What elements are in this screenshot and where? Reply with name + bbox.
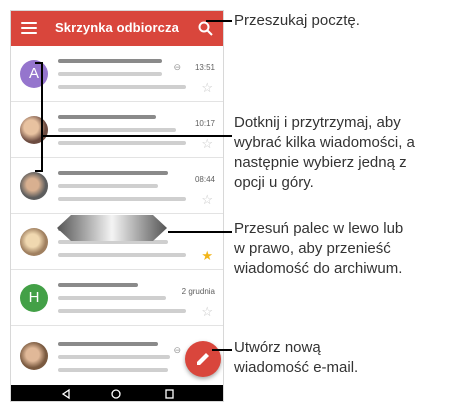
snippet-line xyxy=(58,309,186,313)
swipe-arrow xyxy=(57,215,167,241)
star-icon[interactable]: ☆ xyxy=(201,136,213,152)
avatar-photo xyxy=(20,116,48,144)
compose-button[interactable] xyxy=(185,341,221,377)
selection-bracket xyxy=(35,62,43,172)
snippet-line xyxy=(58,368,168,372)
snippet-line xyxy=(58,85,186,89)
subject-line xyxy=(58,184,158,188)
callout-compose: Utwórz nową wiadomość e-mail. xyxy=(234,339,359,376)
avatar-photo xyxy=(20,342,48,370)
home-icon[interactable] xyxy=(111,389,121,399)
sender-line xyxy=(58,115,156,119)
avatar-photo xyxy=(20,228,48,256)
app-bar: Skrzynka odbiorcza xyxy=(11,11,223,46)
message-row[interactable]: H 2 grudnia ☆ xyxy=(11,270,223,326)
subject-line xyxy=(58,355,170,359)
callout-select: Dotknij i przytrzymaj, aby wybrać kilka … xyxy=(234,114,415,191)
sender-line xyxy=(58,342,158,346)
subject-line xyxy=(58,128,176,132)
message-time: 08:44 xyxy=(194,175,215,184)
message-time: 13:51 xyxy=(194,63,215,72)
leader-line xyxy=(212,349,232,351)
system-nav-bar xyxy=(11,385,223,401)
snippet-line xyxy=(58,197,186,201)
snippet-line xyxy=(58,141,186,145)
back-icon[interactable] xyxy=(61,388,70,400)
avatar: A xyxy=(20,60,48,88)
star-icon[interactable]: ★ xyxy=(201,248,213,264)
leader-line xyxy=(206,20,232,22)
menu-icon[interactable] xyxy=(21,19,37,37)
recents-icon[interactable] xyxy=(165,389,174,399)
message-time: 10:17 xyxy=(194,119,215,128)
attachment-icon: ⊖ xyxy=(173,345,181,355)
snippet-line xyxy=(58,253,186,257)
avatar-photo xyxy=(20,172,48,200)
pencil-icon xyxy=(197,353,209,365)
leader-line xyxy=(168,231,232,233)
attachment-icon: ⊖ xyxy=(173,62,181,72)
sender-line xyxy=(58,283,138,287)
page-title: Skrzynka odbiorcza xyxy=(55,20,179,35)
subject-line xyxy=(58,72,162,76)
callout-swipe: Przesuń palec w lewo lub w prawo, aby pr… xyxy=(234,220,404,277)
leader-line xyxy=(43,135,232,137)
avatar: H xyxy=(20,284,48,312)
sender-line xyxy=(58,171,168,175)
search-icon[interactable] xyxy=(197,20,215,38)
star-icon[interactable]: ☆ xyxy=(201,304,213,320)
star-icon[interactable]: ☆ xyxy=(201,192,213,208)
star-icon[interactable]: ☆ xyxy=(201,80,213,96)
message-time: 2 grudnia xyxy=(181,287,215,296)
subject-line xyxy=(58,296,166,300)
callout-search: Przeszukaj pocztę. xyxy=(234,12,360,29)
sender-line xyxy=(58,59,162,63)
